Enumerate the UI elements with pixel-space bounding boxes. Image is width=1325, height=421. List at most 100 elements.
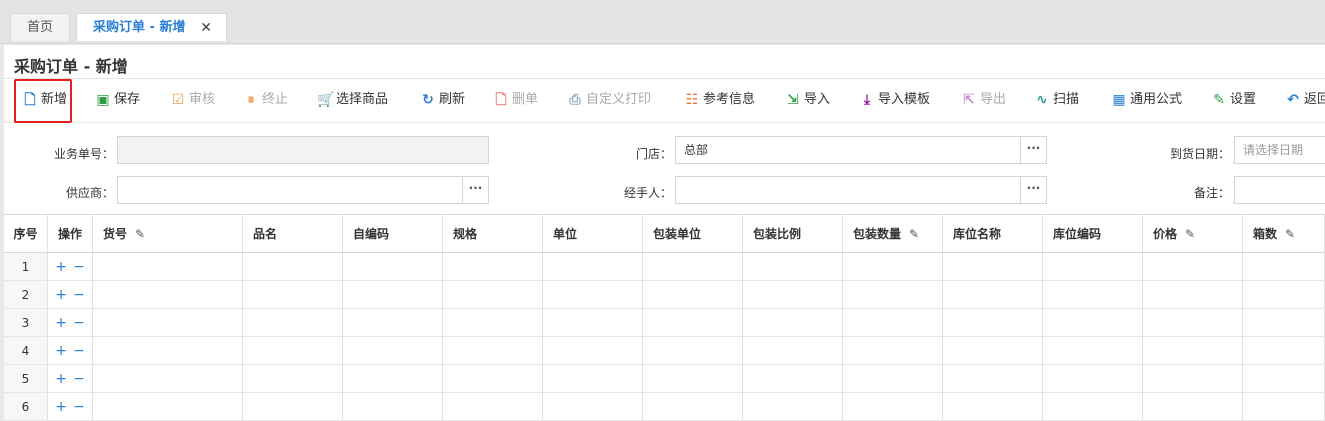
column-header[interactable]: 包装比例	[743, 215, 843, 252]
column-header[interactable]: 箱数 ✎	[1243, 215, 1325, 252]
table-cell[interactable]	[543, 281, 643, 308]
toolbar-button-12[interactable]: ∿ 扫描	[1034, 89, 1079, 111]
handler-picker-button[interactable]: ···	[1020, 177, 1046, 203]
close-icon[interactable]: ✕	[200, 14, 212, 42]
tab-home[interactable]: 首页	[10, 13, 70, 41]
remove-row-icon[interactable]: −	[73, 399, 85, 415]
table-cell[interactable]	[443, 281, 543, 308]
table-cell[interactable]	[943, 281, 1043, 308]
table-cell[interactable]	[93, 253, 243, 280]
table-cell[interactable]	[443, 393, 543, 420]
table-cell[interactable]	[443, 365, 543, 392]
table-cell[interactable]	[243, 337, 343, 364]
column-header[interactable]: 包装数量 ✎	[843, 215, 943, 252]
table-cell[interactable]	[1143, 253, 1243, 280]
table-cell[interactable]	[1143, 309, 1243, 336]
column-header[interactable]: 规格	[443, 215, 543, 252]
add-row-icon[interactable]: +	[55, 371, 67, 387]
toolbar-button-11[interactable]: ⇱ 导出	[961, 89, 1006, 111]
add-row-icon[interactable]: +	[55, 315, 67, 331]
table-cell[interactable]	[743, 337, 843, 364]
table-cell[interactable]	[93, 393, 243, 420]
toolbar-button-3[interactable]: ⏸ 终止	[243, 89, 289, 111]
add-row-icon[interactable]: +	[55, 287, 67, 303]
toolbar-button-1[interactable]: ▣ 保存	[95, 89, 140, 111]
add-row-icon[interactable]: +	[55, 343, 67, 359]
table-cell[interactable]	[743, 393, 843, 420]
table-cell[interactable]	[343, 365, 443, 392]
remark-field[interactable]	[1234, 176, 1325, 204]
table-cell[interactable]	[1143, 337, 1243, 364]
table-cell[interactable]	[443, 309, 543, 336]
add-row-icon[interactable]: +	[55, 259, 67, 275]
toolbar-button-5[interactable]: ↻ 刷新	[420, 89, 465, 111]
table-cell[interactable]	[543, 393, 643, 420]
table-cell[interactable]	[543, 253, 643, 280]
column-header[interactable]: 序号	[4, 215, 48, 252]
toolbar-button-8[interactable]: ☷ 参考信息	[684, 89, 755, 111]
column-header[interactable]: 单位	[543, 215, 643, 252]
remove-row-icon[interactable]: −	[73, 287, 85, 303]
table-cell[interactable]	[1043, 393, 1143, 420]
table-cell[interactable]	[643, 365, 743, 392]
table-cell[interactable]	[843, 365, 943, 392]
supplier-field[interactable]: ···	[117, 176, 489, 204]
table-cell[interactable]	[93, 281, 243, 308]
column-header[interactable]: 库位名称	[943, 215, 1043, 252]
tab-purchase-order-new[interactable]: 采购订单 - 新增 ✕	[76, 13, 227, 41]
table-cell[interactable]	[943, 309, 1043, 336]
table-cell[interactable]	[543, 337, 643, 364]
column-header[interactable]: 包装单位	[643, 215, 743, 252]
toolbar-button-4[interactable]: 🛒 选择商品	[317, 89, 388, 111]
column-header[interactable]: 价格 ✎	[1143, 215, 1243, 252]
table-cell[interactable]	[843, 253, 943, 280]
table-cell[interactable]	[93, 309, 243, 336]
table-cell[interactable]	[1243, 281, 1325, 308]
toolbar-button-6[interactable]: 🗋 删单	[493, 89, 538, 111]
column-header[interactable]: 操作	[48, 215, 93, 252]
table-cell[interactable]	[743, 281, 843, 308]
table-cell[interactable]	[1043, 337, 1143, 364]
table-cell[interactable]	[943, 253, 1043, 280]
table-cell[interactable]	[443, 253, 543, 280]
table-cell[interactable]	[1043, 309, 1143, 336]
toolbar-button-13[interactable]: ▦ 通用公式	[1111, 89, 1182, 111]
column-header[interactable]: 货号 ✎	[93, 215, 243, 252]
table-cell[interactable]	[1243, 337, 1325, 364]
table-cell[interactable]	[743, 253, 843, 280]
table-cell[interactable]	[1143, 365, 1243, 392]
table-cell[interactable]	[643, 309, 743, 336]
supplier-picker-button[interactable]: ···	[462, 177, 488, 203]
table-cell[interactable]	[943, 337, 1043, 364]
table-cell[interactable]	[543, 309, 643, 336]
table-cell[interactable]	[1143, 393, 1243, 420]
table-cell[interactable]	[243, 309, 343, 336]
table-cell[interactable]	[843, 309, 943, 336]
table-cell[interactable]	[93, 365, 243, 392]
column-header[interactable]: 库位编码	[1043, 215, 1143, 252]
toolbar-button-10[interactable]: ⤓ 导入模板	[859, 89, 930, 111]
table-cell[interactable]	[1243, 309, 1325, 336]
table-cell[interactable]	[243, 365, 343, 392]
toolbar-button-0[interactable]: 🗋 新增	[22, 89, 67, 111]
table-cell[interactable]	[343, 393, 443, 420]
table-cell[interactable]	[1043, 253, 1143, 280]
store-field[interactable]: 总部 ···	[675, 136, 1047, 164]
table-cell[interactable]	[1243, 253, 1325, 280]
table-cell[interactable]	[343, 337, 443, 364]
table-cell[interactable]	[643, 393, 743, 420]
arrival-date-field[interactable]: 请选择日期	[1234, 136, 1325, 164]
store-picker-button[interactable]: ···	[1020, 137, 1046, 163]
toolbar-button-2[interactable]: ☑ 审核	[170, 89, 215, 111]
remove-row-icon[interactable]: −	[73, 371, 85, 387]
table-cell[interactable]	[843, 337, 943, 364]
table-cell[interactable]	[1243, 365, 1325, 392]
toolbar-button-15[interactable]: ↶ 返回	[1285, 89, 1325, 111]
table-cell[interactable]	[243, 393, 343, 420]
table-cell[interactable]	[943, 393, 1043, 420]
table-cell[interactable]	[443, 337, 543, 364]
toolbar-button-7[interactable]: ⎙ 自定义打印	[567, 89, 651, 111]
table-cell[interactable]	[843, 393, 943, 420]
column-header[interactable]: 品名	[243, 215, 343, 252]
handler-field[interactable]: ···	[675, 176, 1047, 204]
